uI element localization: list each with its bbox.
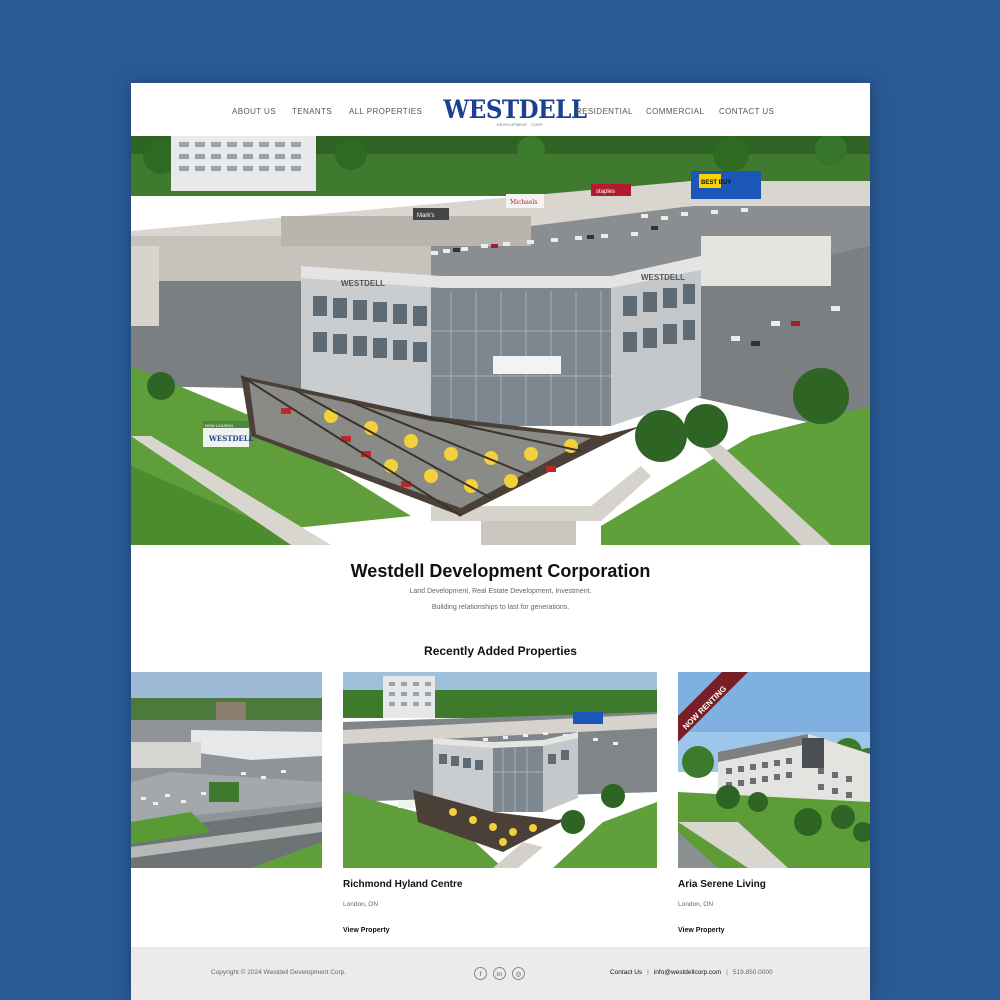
westdell-logo[interactable]: WESTDELL DEVELOPMENT · CORP — [439, 95, 587, 129]
view-property-link[interactable]: View Property — [343, 927, 390, 934]
recent-properties-heading: Recently Added Properties — [424, 644, 577, 658]
property-image[interactable] — [343, 672, 657, 868]
bestbuy-sign: BEST BUY — [701, 180, 731, 186]
nav-all-properties[interactable]: ALL PROPERTIES — [349, 107, 422, 116]
property-location: London, ON — [343, 901, 379, 908]
nav-residential[interactable]: RESIDENTIAL — [576, 107, 633, 116]
property-image[interactable] — [131, 672, 322, 868]
copyright-text: Copyright © 2024 Westdell Development Co… — [211, 969, 347, 976]
company-title: Westdell Development Corporation — [350, 561, 651, 581]
property-title[interactable]: Richmond Hyland Centre — [343, 879, 462, 890]
footer-contact: Contact Us | info@westdellcorp.com | 519.850… — [610, 969, 773, 976]
marks-sign: Mark's — [417, 213, 434, 219]
leasing-sign-header: NOW LEASING — [205, 423, 233, 428]
building-sign-right: WESTDELL — [641, 273, 685, 282]
logo-wordmark: WESTDELL — [443, 95, 587, 124]
company-services: Land Development, Real Estate Developmen… — [409, 588, 592, 595]
view-property-link[interactable]: View Property — [678, 927, 725, 934]
leasing-sign: WESTDELL — [208, 434, 254, 443]
footer-separator: | — [647, 969, 649, 976]
footer-phone: 519.850.0000 — [732, 969, 773, 976]
building-sign-left: WESTDELL — [341, 279, 385, 288]
instagram-icon[interactable]: ◎ — [512, 967, 525, 980]
site-footer: Copyright © 2024 Westdell Development Co… — [131, 947, 870, 1000]
property-card-richmond-hyland[interactable]: Richmond Hyland Centre London, ON View P… — [343, 672, 657, 934]
nav-contact-us[interactable]: CONTACT US — [719, 107, 774, 116]
footer-contact-link[interactable]: Contact Us — [610, 969, 642, 976]
property-location: London, ON — [678, 901, 714, 908]
footer-email-link[interactable]: info@westdellcorp.com — [654, 969, 721, 976]
company-motto: Building relationships to last for gener… — [431, 604, 570, 611]
footer-separator: | — [726, 969, 728, 976]
property-title[interactable]: Aria Serene Living — [678, 879, 766, 890]
website-page: ABOUT US TENANTS ALL PROPERTIES WESTDELL… — [131, 83, 870, 1000]
nav-tenants[interactable]: TENANTS — [292, 107, 332, 116]
property-card[interactable] — [131, 672, 322, 868]
hero-image: BEST BUY staples Michaels Mark's WESTDEL… — [131, 136, 870, 545]
facebook-icon[interactable]: f — [474, 967, 487, 980]
linkedin-icon[interactable]: in — [493, 967, 506, 980]
michaels-sign: Michaels — [510, 199, 537, 206]
nav-commercial[interactable]: COMMERCIAL — [646, 107, 704, 116]
nav-about-us[interactable]: ABOUT US — [232, 107, 276, 116]
site-header: ABOUT US TENANTS ALL PROPERTIES WESTDELL… — [131, 83, 870, 136]
property-image[interactable]: NOW RENTING — [678, 672, 870, 868]
staples-sign: staples — [596, 189, 615, 195]
property-card-aria-serene-living[interactable]: NOW RENTING Aria Serene Living London, O… — [678, 672, 870, 934]
